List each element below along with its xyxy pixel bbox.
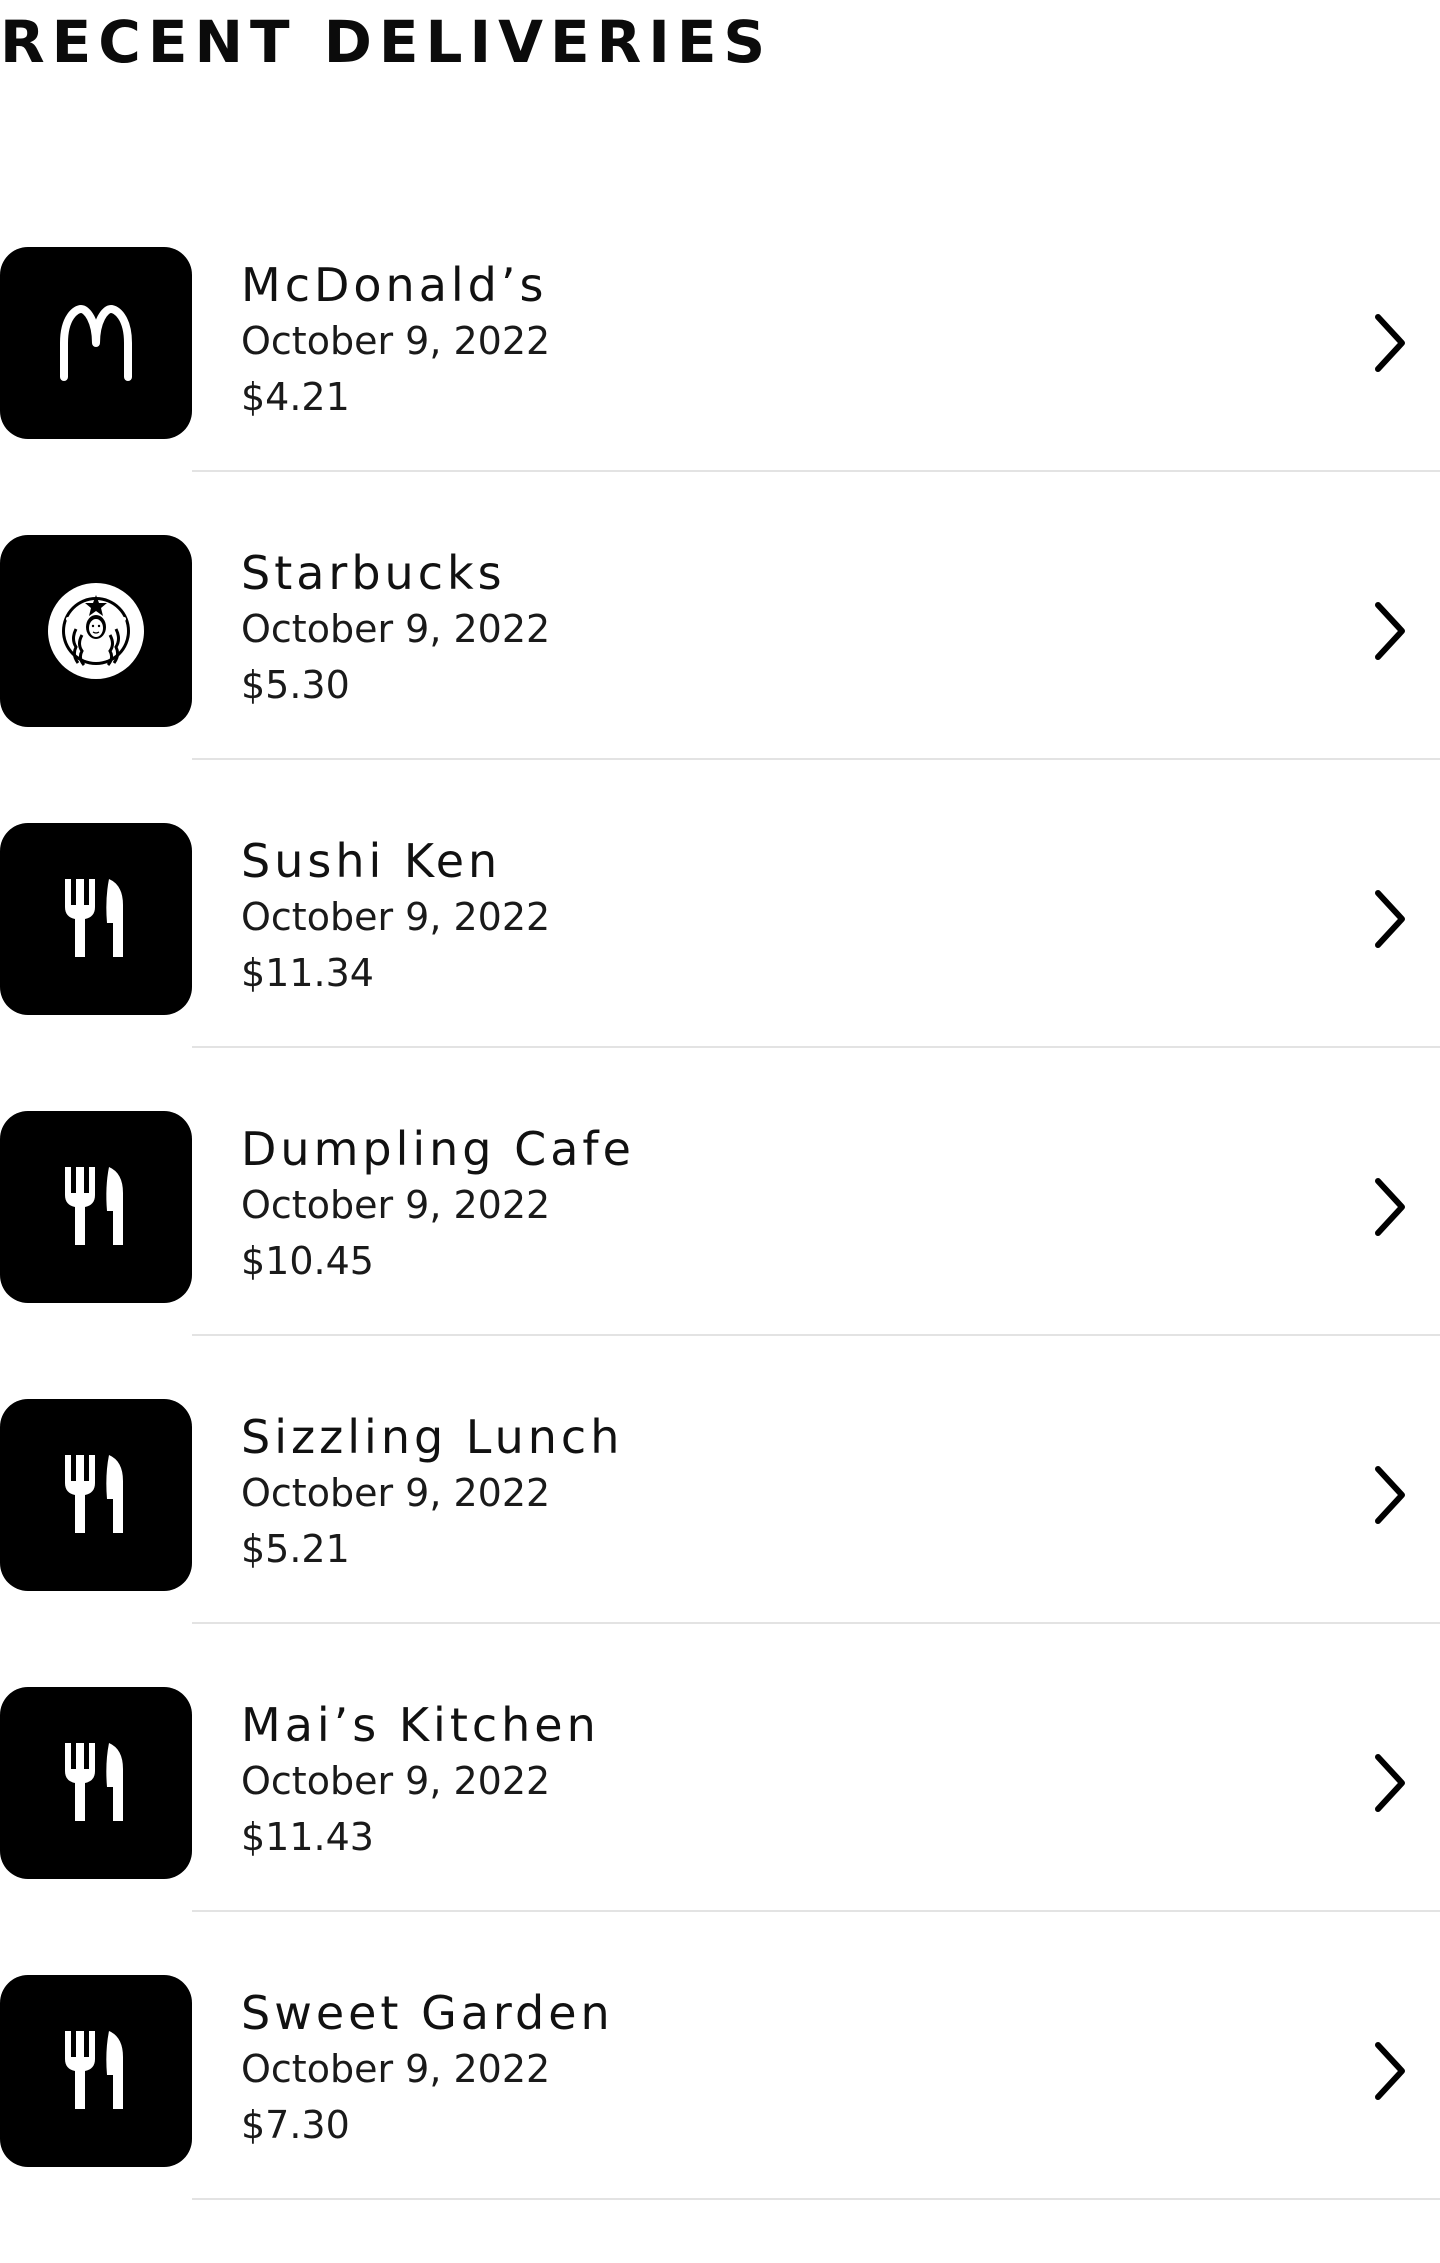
divider: [192, 1622, 1440, 1624]
delivery-amount: $11.43: [241, 1815, 374, 1859]
restaurant-name: Starbucks: [241, 546, 506, 600]
chevron-right-icon[interactable]: [1370, 601, 1410, 661]
delivery-amount: $11.34: [241, 951, 374, 995]
restaurant-name: McDonald’s: [241, 258, 548, 312]
divider: [192, 470, 1440, 472]
delivery-amount: $7.30: [241, 2103, 350, 2147]
delivery-item[interactable]: Sizzling Lunch October 9, 2022 $5.21: [0, 1399, 1440, 1687]
delivery-list: McDonald’s October 9, 2022 $4.21 Starbuc…: [0, 247, 1440, 2263]
delivery-date: October 9, 2022: [241, 895, 551, 939]
delivery-item[interactable]: Mai’s Kitchen October 9, 2022 $11.43: [0, 1687, 1440, 1975]
delivery-date: October 9, 2022: [241, 607, 551, 651]
fork-knife-icon: [0, 823, 192, 1015]
chevron-right-icon[interactable]: [1370, 1465, 1410, 1525]
chevron-right-icon[interactable]: [1370, 2041, 1410, 2101]
starbucks-logo-icon: [0, 535, 192, 727]
delivery-item[interactable]: Dumpling Cafe October 9, 2022 $10.45: [0, 1111, 1440, 1399]
delivery-amount: $5.21: [241, 1527, 350, 1571]
fork-knife-icon: [0, 1975, 192, 2167]
delivery-date: October 9, 2022: [241, 1759, 551, 1803]
delivery-item[interactable]: McDonald’s October 9, 2022 $4.21: [0, 247, 1440, 535]
chevron-right-icon[interactable]: [1370, 1177, 1410, 1237]
delivery-amount: $4.21: [241, 375, 350, 419]
divider: [192, 1910, 1440, 1912]
delivery-amount: $5.30: [241, 663, 350, 707]
delivery-date: October 9, 2022: [241, 319, 551, 363]
restaurant-name: Sizzling Lunch: [241, 1410, 624, 1464]
divider: [192, 1046, 1440, 1048]
delivery-item[interactable]: Sweet Garden October 9, 2022 $7.30: [0, 1975, 1440, 2263]
chevron-right-icon[interactable]: [1370, 1753, 1410, 1813]
restaurant-name: Sushi Ken: [241, 834, 502, 888]
restaurant-name: Dumpling Cafe: [241, 1122, 635, 1176]
delivery-date: October 9, 2022: [241, 1471, 551, 1515]
fork-knife-icon: [0, 1399, 192, 1591]
fork-knife-icon: [0, 1111, 192, 1303]
fork-knife-icon: [0, 1687, 192, 1879]
chevron-right-icon[interactable]: [1370, 313, 1410, 373]
delivery-date: October 9, 2022: [241, 1183, 551, 1227]
divider: [192, 1334, 1440, 1336]
mcdonalds-logo-icon: [0, 247, 192, 439]
delivery-date: October 9, 2022: [241, 2047, 551, 2091]
chevron-right-icon[interactable]: [1370, 889, 1410, 949]
page-title: RECENT DELIVERIES: [0, 8, 773, 76]
delivery-amount: $10.45: [241, 1239, 374, 1283]
restaurant-name: Mai’s Kitchen: [241, 1698, 600, 1752]
restaurant-name: Sweet Garden: [241, 1986, 614, 2040]
delivery-item[interactable]: Starbucks October 9, 2022 $5.30: [0, 535, 1440, 823]
divider: [192, 758, 1440, 760]
delivery-item[interactable]: Sushi Ken October 9, 2022 $11.34: [0, 823, 1440, 1111]
